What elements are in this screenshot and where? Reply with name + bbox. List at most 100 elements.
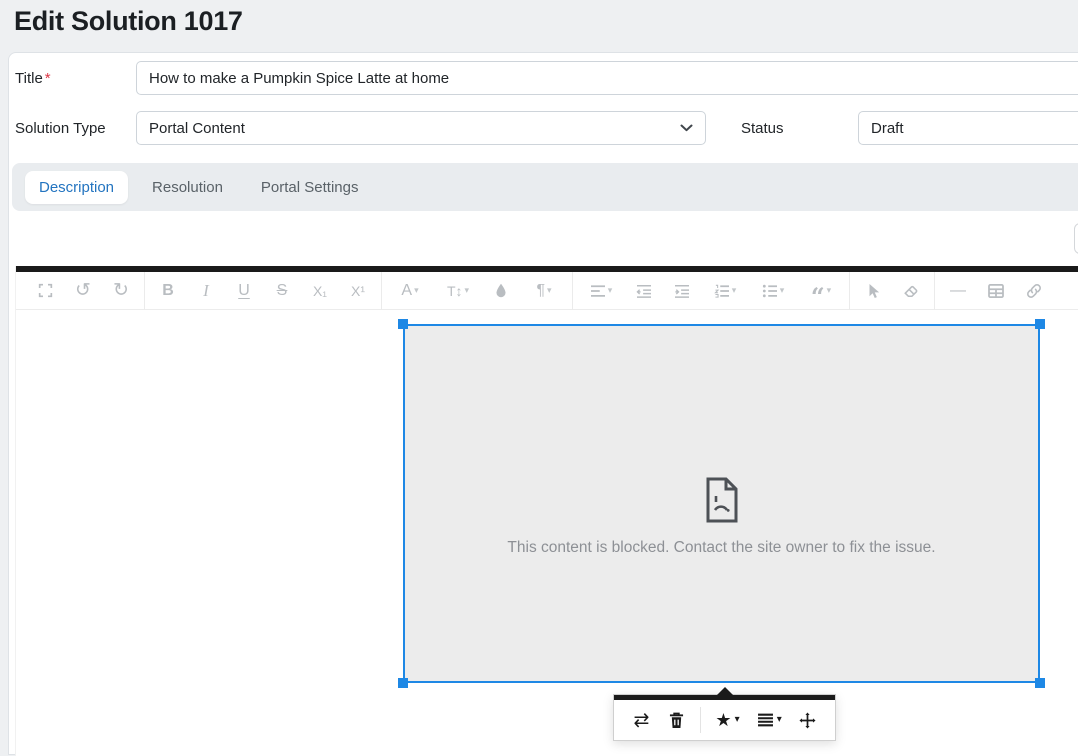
undo-button[interactable]: ↺ [64,272,102,310]
outdent-icon [636,284,652,298]
bold-button[interactable]: B [149,272,187,310]
solution-type-select[interactable]: Portal Content [136,111,706,145]
insert-link-button[interactable] [1015,272,1053,310]
solution-type-value: Portal Content [149,120,245,137]
block-popup-toolbar: ⇄ ★▾ ▾ [613,694,836,741]
toolbar-separator [934,272,935,310]
italic-button[interactable]: I [187,272,225,310]
quote-icon: “ [811,294,825,300]
select-all-button[interactable] [854,272,892,310]
outdent-button[interactable] [625,272,663,310]
toolbar-separator [381,272,382,310]
toolbar-separator [144,272,145,310]
blocked-content-frame[interactable]: This content is blocked. Contact the sit… [403,324,1040,683]
undo-icon: ↺ [75,281,91,300]
chevron-down-icon: ▾ [735,715,740,725]
status-select[interactable]: Draft [858,111,1078,145]
title-input[interactable] [136,61,1078,95]
unordered-list-icon [762,284,778,298]
editor-content[interactable]: This content is blocked. Contact the sit… [16,310,1078,756]
horizontal-rule-button[interactable]: — [939,272,977,310]
resize-handle-top-left[interactable] [398,319,408,329]
tab-portal-settings[interactable]: Portal Settings [247,171,373,204]
sad-file-icon [705,477,739,523]
chevron-down-icon [680,124,693,132]
ordered-list-button[interactable]: ▾ [701,272,749,310]
blocked-message: This content is blocked. Contact the sit… [507,539,935,557]
link-icon [1026,283,1042,299]
bold-icon: B [162,283,174,299]
resize-handle-bottom-right[interactable] [1035,678,1045,688]
display-options-button[interactable]: ▾ [748,700,790,740]
subscript-icon: X₁ [313,284,327,298]
delete-button[interactable] [659,700,694,740]
font-size-icon: T↕ [447,284,463,298]
toolbar-separator [572,272,573,310]
unordered-list-button[interactable]: ▾ [749,272,797,310]
chevron-down-icon: ▾ [608,286,613,295]
superscript-button[interactable]: X¹ [339,272,377,310]
text-color-icon: A [401,283,412,299]
subscript-button[interactable]: X₁ [301,272,339,310]
paragraph-icon: ¶ [536,283,545,299]
insert-table-button[interactable] [977,272,1015,310]
chevron-down-icon: ▾ [827,286,832,295]
popup-button-row: ⇄ ★▾ ▾ [614,700,835,740]
horizontal-rule-icon: — [950,283,966,299]
chevron-down-icon: ▾ [732,286,737,295]
fullscreen-icon [38,283,53,298]
table-icon [988,284,1004,298]
form-card: Title* Solution Type Portal Content Stat… [8,52,1078,755]
move-icon [799,712,816,729]
underline-button[interactable]: U [225,272,263,310]
eraser-icon [903,284,919,298]
quote-button[interactable]: “▾ [797,272,845,310]
tab-resolution[interactable]: Resolution [138,171,237,204]
move-button[interactable] [790,700,825,740]
tab-description[interactable]: Description [25,171,128,204]
style-button[interactable]: ★▾ [707,700,749,740]
text-color-button[interactable]: A▾ [386,272,434,310]
toolbar-separator [849,272,850,310]
align-left-icon [590,284,606,298]
font-size-button[interactable]: T↕▾ [434,272,482,310]
popup-caret-icon [717,687,733,695]
redo-button[interactable]: ↻ [102,272,140,310]
title-label-text: Title [15,70,43,87]
page-title: Edit Solution 1017 [14,6,243,37]
trash-icon [669,712,684,729]
popup-separator [700,707,701,733]
resize-handle-top-right[interactable] [1035,319,1045,329]
resize-handle-bottom-left[interactable] [398,678,408,688]
title-label: Title* [15,70,51,87]
highlight-color-button[interactable] [482,272,520,310]
star-icon: ★ [715,711,731,729]
status-label: Status [741,120,784,137]
status-value: Draft [871,120,904,137]
superscript-icon: X¹ [351,284,365,298]
clear-formatting-button[interactable] [892,272,930,310]
replace-button[interactable]: ⇄ [624,700,659,740]
chevron-down-icon: ▾ [547,286,552,295]
ordered-list-icon [714,284,730,298]
required-asterisk: * [45,70,51,87]
display-lines-icon [757,713,774,727]
edge-button-fragment[interactable] [1074,223,1078,254]
droplet-icon [494,283,508,299]
chevron-down-icon: ▾ [465,286,470,295]
chevron-down-icon: ▾ [780,286,785,295]
cursor-icon [866,283,880,299]
redo-icon: ↻ [113,281,129,300]
paragraph-format-button[interactable]: ¶▾ [520,272,568,310]
editor-toolbar: ↺ ↻ B I U S X₁ X¹ A▾ T↕▾ ¶▾ ▾ [16,272,1078,310]
rich-text-editor: ↺ ↻ B I U S X₁ X¹ A▾ T↕▾ ¶▾ ▾ [15,266,1078,756]
solution-type-label: Solution Type [15,120,106,137]
align-button[interactable]: ▾ [577,272,625,310]
strikethrough-icon: S [277,283,288,299]
italic-icon: I [203,282,209,299]
underline-icon: U [238,283,250,299]
chevron-down-icon: ▾ [414,286,419,295]
indent-button[interactable] [663,272,701,310]
strikethrough-button[interactable]: S [263,272,301,310]
fullscreen-button[interactable] [26,272,64,310]
